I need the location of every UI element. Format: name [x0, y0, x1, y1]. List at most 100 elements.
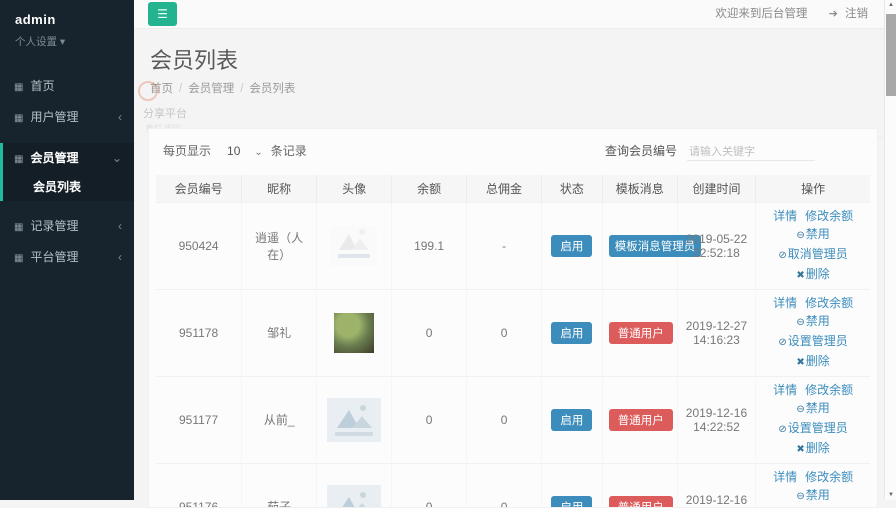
- detail-link[interactable]: 详情: [773, 296, 797, 310]
- member-balance: 199.1: [392, 202, 467, 289]
- table-row: 951176 茄子 0 0 启用 普通用户 2019-12-16 07:17:1…: [156, 463, 870, 508]
- member-nickname: 从前_: [242, 376, 317, 463]
- sidebar-item-member-list[interactable]: 会员列表: [3, 174, 134, 201]
- detail-link[interactable]: 详情: [773, 470, 797, 484]
- delete-link[interactable]: ✖删除: [796, 267, 829, 281]
- grid-icon: ▦: [14, 82, 23, 93]
- chevron-down-icon: ⌄: [112, 143, 122, 174]
- scroll-down-arrow[interactable]: ▼: [885, 492, 896, 498]
- breadcrumb-member-list: 会员列表: [249, 83, 295, 95]
- delete-link[interactable]: ✖删除: [796, 441, 829, 455]
- modify-balance-link[interactable]: 修改余额: [805, 383, 853, 397]
- status-badge[interactable]: 启用: [551, 235, 592, 257]
- chevron-down-icon[interactable]: ⌄: [254, 147, 262, 158]
- avatar: [327, 398, 381, 442]
- avatar: [327, 485, 381, 508]
- breadcrumb-member-mgmt[interactable]: 会员管理: [188, 83, 234, 95]
- member-nickname: 茄子: [242, 463, 317, 508]
- member-nickname: 邹礼: [242, 289, 317, 376]
- member-commission: -: [467, 202, 542, 289]
- status-badge[interactable]: 启用: [551, 322, 592, 344]
- grid-icon: ▦: [14, 154, 23, 165]
- slash-circle-icon: ⊘: [778, 337, 786, 348]
- faint-background-text: 分享平台: [143, 105, 889, 121]
- sidebar-item-record-mgmt[interactable]: ▦记录管理 ‹: [0, 211, 134, 242]
- minus-circle-icon: ⊖: [796, 404, 804, 415]
- status-badge[interactable]: 启用: [551, 496, 592, 508]
- welcome-text: 欢迎来到后台管理: [715, 8, 807, 20]
- scrollbar[interactable]: ▲ ▼: [884, 0, 896, 500]
- sidebar-item-member-mgmt[interactable]: ▦会员管理 ⌄: [3, 143, 134, 174]
- sidebar-item-home[interactable]: ▦首页: [0, 71, 134, 102]
- minus-circle-icon: ⊖: [796, 317, 804, 328]
- page-title: 会员列表: [150, 43, 896, 75]
- delete-icon: ✖: [796, 444, 804, 455]
- col-avatar: 头像: [317, 175, 392, 202]
- role-badge[interactable]: 普通用户: [609, 496, 673, 508]
- disable-link[interactable]: ⊖禁用: [796, 314, 829, 328]
- chevron-left-icon: ‹: [118, 211, 122, 242]
- modify-balance-link[interactable]: 修改余额: [805, 470, 853, 484]
- scrollbar-thumb[interactable]: [886, 14, 896, 96]
- member-list-card: 每页显示10⌄条记录 查询会员编号 会员编号 昵称 头像 余额 总佣金 状态: [148, 128, 878, 508]
- col-member-id: 会员编号: [156, 175, 242, 202]
- logout-link[interactable]: 注销: [845, 8, 868, 20]
- personal-settings[interactable]: 个人设置 ▾: [15, 34, 134, 49]
- member-id: 950424: [156, 202, 242, 289]
- member-created: 2019-12-27 14:16:23: [677, 289, 756, 376]
- col-balance: 余额: [392, 175, 467, 202]
- per-page-suffix: 条记录: [271, 144, 307, 158]
- cancel-admin-link[interactable]: ⊘取消管理员: [778, 247, 847, 261]
- sidebar-group-member-mgmt: ▦会员管理 ⌄ 会员列表: [0, 143, 134, 201]
- detail-link[interactable]: 详情: [773, 209, 797, 223]
- slash-circle-icon: ⊘: [778, 424, 786, 435]
- row-actions: 详情修改余额 ⊖禁用 ⊘取消管理员 ✖删除: [756, 202, 870, 289]
- delete-icon: ✖: [796, 357, 804, 368]
- watermark-ring: [138, 81, 158, 101]
- modify-balance-link[interactable]: 修改余额: [805, 209, 853, 223]
- member-balance: 0: [392, 376, 467, 463]
- set-admin-link[interactable]: ⊘设置管理员: [778, 421, 847, 435]
- minus-circle-icon: ⊖: [796, 230, 804, 241]
- col-nickname: 昵称: [242, 175, 317, 202]
- col-created: 创建时间: [677, 175, 756, 202]
- scroll-up-arrow[interactable]: ▲: [885, 2, 896, 8]
- role-badge[interactable]: 普通用户: [609, 409, 673, 431]
- user-profile: admin 个人设置 ▾: [0, 0, 134, 49]
- main-area: ☰ 欢迎来到后台管理 ➔ 注销 会员列表 首页/会员管理/会员列表 分享平台 教…: [134, 0, 896, 500]
- per-page-select[interactable]: 10: [227, 144, 240, 158]
- slash-circle-icon: ⊘: [778, 250, 786, 261]
- role-badge[interactable]: 普通用户: [609, 322, 673, 344]
- set-admin-link[interactable]: ⊘设置管理员: [778, 334, 847, 348]
- breadcrumb: 首页/会员管理/会员列表: [150, 80, 896, 96]
- status-badge[interactable]: 启用: [551, 409, 592, 431]
- per-page-label: 每页显示: [163, 144, 211, 158]
- table-header-row: 会员编号 昵称 头像 余额 总佣金 状态 模板消息 创建时间 操作: [156, 175, 870, 202]
- table-row: 951178 邹礼 0 0 启用 普通用户 2019-12-27 14:16:2…: [156, 289, 870, 376]
- sidebar-item-user-mgmt[interactable]: ▦用户管理 ‹: [0, 102, 134, 133]
- table-controls: 每页显示10⌄条记录 查询会员编号: [149, 129, 877, 167]
- page-header: 会员列表 首页/会员管理/会员列表 分享平台 教程 规则: [134, 29, 896, 138]
- member-table: 会员编号 昵称 头像 余额 总佣金 状态 模板消息 创建时间 操作 950424…: [156, 175, 870, 508]
- row-actions: 详情修改余额 ⊖禁用 ⊘设置管理员 ✖删除: [756, 376, 870, 463]
- disable-link[interactable]: ⊖禁用: [796, 401, 829, 415]
- chevron-left-icon: ‹: [118, 242, 122, 273]
- disable-link[interactable]: ⊖禁用: [796, 488, 829, 502]
- search-input[interactable]: [687, 144, 815, 161]
- delete-link[interactable]: ✖删除: [796, 354, 829, 368]
- delete-icon: ✖: [796, 270, 804, 281]
- modify-balance-link[interactable]: 修改余额: [805, 296, 853, 310]
- disable-link[interactable]: ⊖禁用: [796, 227, 829, 241]
- sidebar-menu: ▦首页 ▦用户管理 ‹ ▦会员管理 ⌄ 会员列表 ▦记录管理 ‹ ▦平台管理 ‹: [0, 71, 134, 273]
- member-created: 2019-12-16 07:17:11: [677, 463, 756, 508]
- member-balance: 0: [392, 289, 467, 376]
- menu-icon: ☰: [157, 7, 168, 21]
- col-actions: 操作: [756, 175, 870, 202]
- col-template-msg: 模板消息: [602, 175, 677, 202]
- hamburger-menu-button[interactable]: ☰: [148, 2, 177, 26]
- detail-link[interactable]: 详情: [773, 383, 797, 397]
- sidebar-item-platform-mgmt[interactable]: ▦平台管理 ‹: [0, 242, 134, 273]
- grid-icon: ▦: [14, 222, 23, 233]
- member-commission: 0: [467, 289, 542, 376]
- member-id: 951177: [156, 376, 242, 463]
